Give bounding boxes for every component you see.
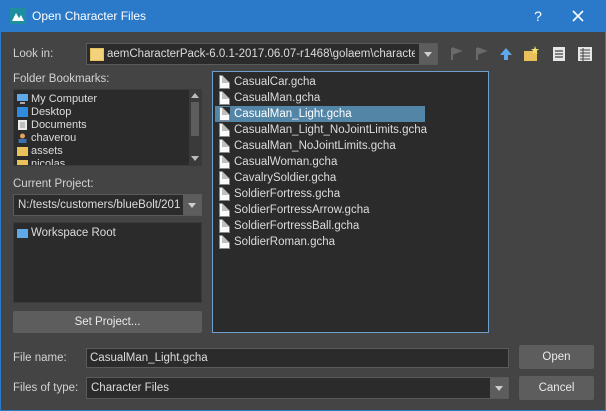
- close-icon[interactable]: [567, 5, 589, 27]
- file-item[interactable]: SoldierRoman.gcha: [215, 234, 425, 250]
- files-of-type-combo[interactable]: Character Files: [86, 377, 509, 399]
- up-arrow-icon[interactable]: [497, 45, 515, 63]
- file-item[interactable]: SoldierFortressArrow.gcha: [215, 202, 425, 218]
- current-project-combo[interactable]: N:/tests/customers/blueBolt/201: [13, 194, 202, 216]
- list-view-icon[interactable]: [550, 45, 568, 63]
- file-item[interactable]: CasualMan_NoJointLimits.gcha: [215, 138, 425, 154]
- set-project-button[interactable]: Set Project...: [13, 311, 202, 333]
- file-icon: [219, 107, 230, 121]
- window-title: Open Character Files: [32, 9, 147, 23]
- back-icon[interactable]: [447, 45, 465, 63]
- bookmarks-list[interactable]: My Computer Desktop Documents chaverou a…: [13, 89, 202, 166]
- file-list[interactable]: CasualCar.gcha CasualMan.gcha CasualMan_…: [212, 71, 489, 333]
- workspace-tree[interactable]: Workspace Root: [13, 222, 202, 303]
- user-icon: [18, 133, 27, 143]
- file-item[interactable]: CasualMan.gcha: [215, 90, 425, 106]
- look-in-combo[interactable]: aemCharacterPack-6.0.1-2017.06.07-r1468\…: [86, 43, 438, 65]
- forward-icon[interactable]: [472, 45, 490, 63]
- folder-icon: [17, 229, 28, 238]
- file-icon: [219, 123, 230, 137]
- file-icon: [219, 139, 230, 153]
- file-icon: [219, 235, 230, 249]
- file-item[interactable]: CasualCar.gcha: [215, 74, 425, 90]
- file-icon: [219, 219, 230, 233]
- file-icon: [219, 171, 230, 185]
- file-name-label: File name:: [13, 352, 67, 364]
- detail-view-icon[interactable]: [576, 45, 594, 63]
- file-item[interactable]: CavalrySoldier.gcha: [215, 170, 425, 186]
- current-project-value: N:/tests/customers/blueBolt/201: [18, 199, 181, 211]
- chevron-down-icon[interactable]: [183, 195, 201, 215]
- new-folder-icon[interactable]: [522, 45, 540, 63]
- computer-icon: [17, 94, 28, 104]
- open-character-files-dialog: Open Character Files ? Look in: aemChara…: [0, 0, 606, 411]
- open-button[interactable]: Open: [519, 345, 594, 369]
- folder-bookmarks-label: Folder Bookmarks:: [13, 73, 110, 85]
- title-bar[interactable]: Open Character Files ?: [1, 1, 605, 32]
- folder-icon: [17, 160, 28, 165]
- scroll-thumb[interactable]: [191, 102, 199, 136]
- scroll-down-icon[interactable]: [191, 156, 199, 162]
- app-icon: [10, 8, 26, 24]
- file-name-value: CasualMan_Light.gcha: [90, 352, 208, 364]
- documents-icon: [18, 120, 27, 130]
- file-item[interactable]: SoldierFortressBall.gcha: [215, 218, 425, 234]
- chevron-down-icon[interactable]: [419, 44, 437, 64]
- file-item[interactable]: CasualWoman.gcha: [215, 154, 425, 170]
- folder-icon: [17, 147, 28, 156]
- file-icon: [219, 75, 230, 89]
- current-project-label: Current Project:: [13, 178, 94, 190]
- file-icon: [219, 187, 230, 201]
- scroll-up-icon[interactable]: [191, 92, 199, 98]
- chevron-down-icon[interactable]: [490, 378, 508, 398]
- file-icon: [219, 203, 230, 217]
- bookmarks-scrollbar[interactable]: [189, 90, 201, 165]
- folder-icon: [90, 48, 104, 61]
- files-of-type-value: Character Files: [91, 382, 169, 394]
- help-button[interactable]: ?: [529, 5, 547, 27]
- files-of-type-label: Files of type:: [13, 382, 79, 394]
- file-icon: [219, 91, 230, 105]
- look-in-label: Look in:: [13, 48, 54, 60]
- file-item-selected[interactable]: CasualMan_Light.gcha: [215, 106, 425, 122]
- file-name-input[interactable]: CasualMan_Light.gcha: [86, 348, 509, 368]
- cancel-button[interactable]: Cancel: [519, 376, 594, 400]
- file-item[interactable]: SoldierFortress.gcha: [215, 186, 425, 202]
- file-icon: [219, 155, 230, 169]
- file-item[interactable]: CasualMan_Light_NoJointLimits.gcha: [215, 122, 427, 138]
- look-in-path: aemCharacterPack-6.0.1-2017.06.07-r1468\…: [107, 48, 415, 60]
- desktop-icon: [17, 107, 28, 117]
